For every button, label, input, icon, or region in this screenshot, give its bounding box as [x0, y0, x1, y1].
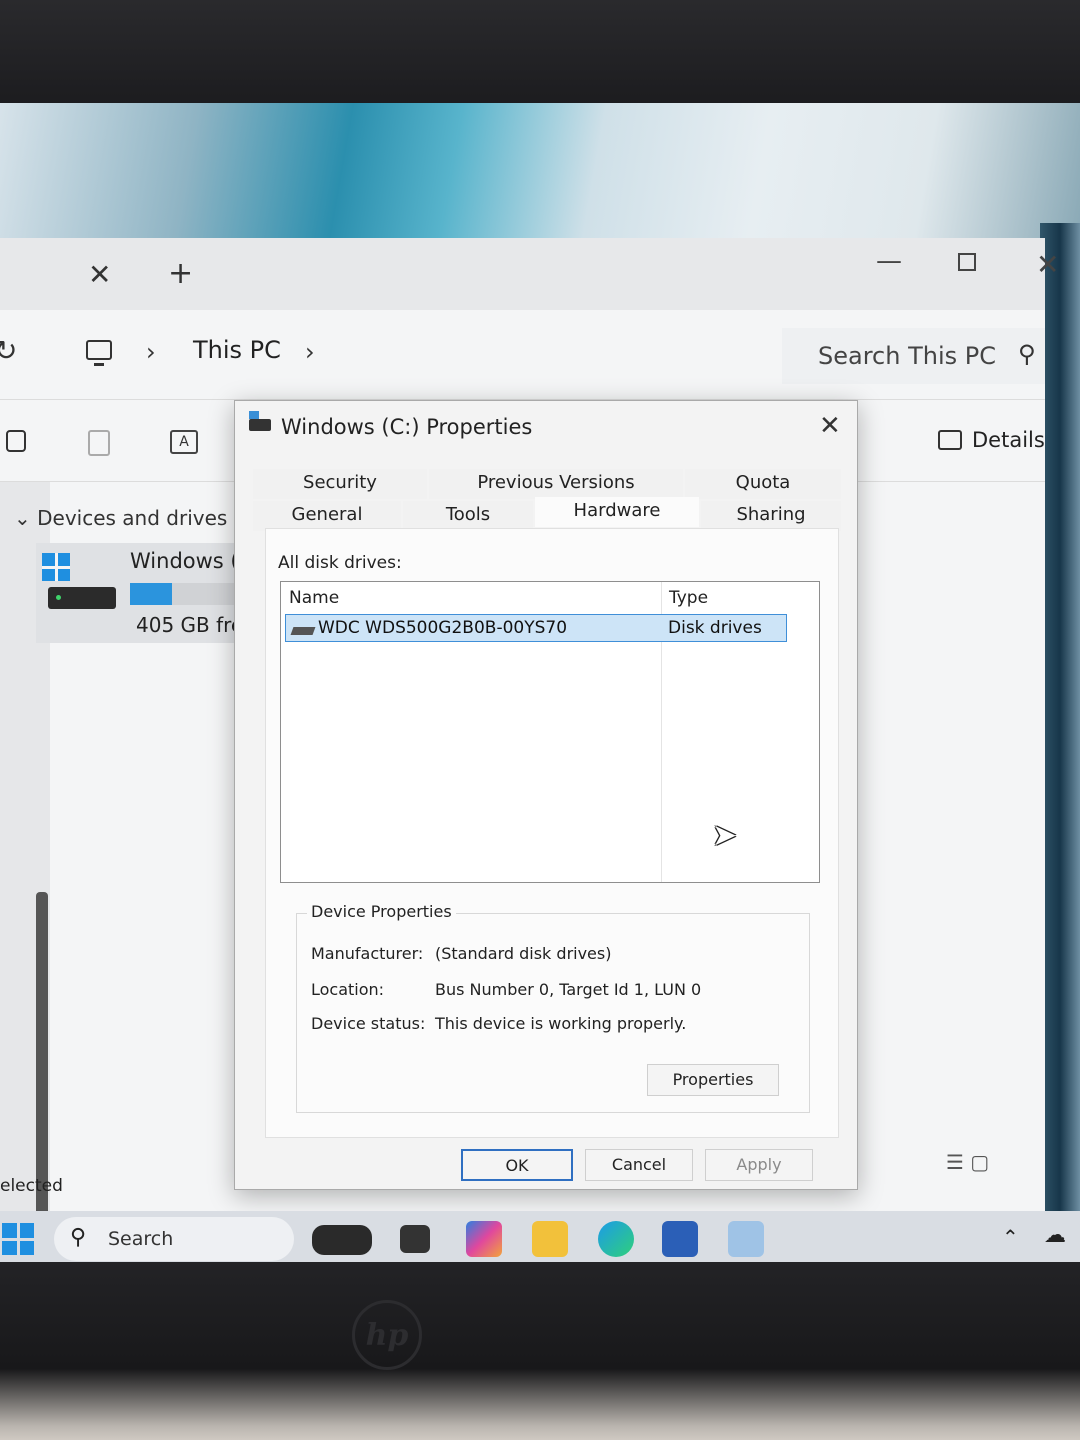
dialog-title: Windows (C:) Properties — [281, 415, 533, 439]
manufacturer-value: (Standard disk drives) — [435, 944, 612, 963]
screen: ✕ + — ✕ ↻ › This PC › Search This PC ⚲ A… — [0, 103, 1080, 1265]
devices-group-header[interactable]: ⌄ Devices and drives — [14, 506, 227, 530]
tab-close-icon[interactable]: ✕ — [88, 258, 111, 291]
apply-button[interactable]: Apply — [705, 1149, 813, 1181]
store-icon[interactable] — [662, 1221, 698, 1257]
minimize-icon[interactable]: — — [876, 246, 902, 276]
desktop-wallpaper-edge — [1040, 223, 1080, 1223]
properties-dialog: Windows (C:) Properties ✕ Security Previ… — [234, 400, 858, 1190]
device-properties-legend: Device Properties — [307, 902, 456, 921]
tab-general[interactable]: General — [253, 501, 401, 531]
details-button[interactable]: Details — [938, 428, 1045, 452]
disk-drive-icon — [290, 627, 316, 635]
view-toggle-icon[interactable]: ☰ ▢ — [946, 1150, 989, 1174]
device-status-value: This device is working properly. — [435, 1014, 687, 1033]
laptop-bezel-top — [0, 0, 1080, 105]
start-icon[interactable] — [2, 1223, 34, 1255]
task-view-icon[interactable] — [400, 1225, 430, 1253]
search-icon: ⚲ — [70, 1225, 87, 1250]
disk-drives-list[interactable]: Name Type WDC WDS500G2B0B-00YS70 Disk dr… — [280, 581, 820, 883]
drive-row-type: Disk drives — [668, 618, 762, 638]
drive-icon — [249, 411, 271, 431]
drive-usage-bar — [130, 583, 250, 605]
tab-bar: ✕ + — ✕ — [0, 238, 1059, 310]
taskbar-search[interactable]: ⚲ Search — [54, 1217, 294, 1261]
hp-logo: hp — [352, 1300, 422, 1370]
drive-usage-fill — [130, 583, 172, 605]
taskbar-search-label: Search — [108, 1228, 174, 1250]
column-header-type[interactable]: Type — [669, 588, 708, 608]
drive-row-name: WDC WDS500G2B0B-00YS70 — [318, 618, 568, 638]
device-status-label: Device status: — [311, 1014, 426, 1033]
copy-icon[interactable] — [6, 430, 26, 452]
rename-icon[interactable]: A — [170, 430, 198, 454]
manufacturer-label: Manufacturer: — [311, 944, 424, 963]
table-row[interactable]: WDC WDS500G2B0B-00YS70 Disk drives — [285, 614, 787, 642]
dialog-close-icon[interactable]: ✕ — [819, 411, 841, 441]
tab-sharing[interactable]: Sharing — [701, 501, 841, 531]
app-icon[interactable] — [728, 1221, 764, 1257]
edge-icon[interactable] — [598, 1221, 634, 1257]
search-input[interactable]: Search This PC ⚲ — [782, 328, 1045, 384]
file-explorer-icon[interactable] — [532, 1221, 568, 1257]
tab-security[interactable]: Security — [253, 469, 427, 499]
breadcrumb-this-pc[interactable]: This PC — [193, 336, 281, 364]
window-close-icon[interactable]: ✕ — [1036, 248, 1059, 281]
hard-drive-icon — [48, 587, 116, 609]
tab-tools[interactable]: Tools — [403, 501, 533, 531]
refresh-icon[interactable]: ↻ — [0, 334, 17, 367]
details-label: Details — [972, 428, 1045, 452]
location-value: Bus Number 0, Target Id 1, LUN 0 — [435, 980, 702, 999]
this-pc-icon[interactable] — [86, 340, 112, 366]
cancel-button[interactable]: Cancel — [585, 1149, 693, 1181]
tab-hardware[interactable]: Hardware — [535, 497, 699, 527]
column-header-name[interactable]: Name — [289, 588, 339, 608]
tab-quota[interactable]: Quota — [685, 469, 841, 499]
mouse-pointer-icon: ➤ — [712, 818, 738, 853]
status-bar-selection: elected — [0, 1176, 63, 1196]
windows-logo-icon — [42, 553, 70, 581]
breadcrumb-chevron-icon[interactable]: › — [305, 338, 315, 366]
drive-tile-c[interactable]: Windows (C 405 GB free — [36, 543, 256, 643]
address-bar: ↻ › This PC › Search This PC ⚲ — [0, 310, 1045, 400]
breadcrumb-chevron-icon[interactable]: › — [146, 338, 156, 366]
show-hidden-icons-icon[interactable]: ⌃ — [1002, 1225, 1019, 1249]
widgets-icon[interactable] — [312, 1225, 372, 1255]
location-label: Location: — [311, 980, 385, 999]
copilot-icon[interactable] — [466, 1221, 502, 1257]
paste-icon[interactable] — [88, 430, 110, 456]
group-header-label: Devices and drives — [37, 506, 228, 530]
device-properties-group: Device Properties Manufacturer: (Standar… — [296, 902, 810, 1113]
details-pane-icon — [938, 430, 962, 450]
onedrive-icon[interactable]: ☁ — [1044, 1223, 1066, 1248]
taskbar: ⚲ Search ⌃ ☁ — [0, 1211, 1080, 1265]
desktop-wallpaper — [0, 103, 1080, 238]
maximize-icon[interactable] — [958, 253, 976, 271]
tab-previous-versions[interactable]: Previous Versions — [429, 469, 683, 499]
ok-button[interactable]: OK — [461, 1149, 573, 1181]
search-icon[interactable]: ⚲ — [1018, 340, 1036, 368]
properties-button[interactable]: Properties — [647, 1064, 779, 1096]
hardware-tab-panel: All disk drives: Name Type WDC WDS500G2B… — [265, 528, 839, 1138]
laptop-bezel-bottom — [0, 1262, 1080, 1440]
all-drives-label: All disk drives: — [278, 553, 402, 573]
search-placeholder: Search This PC — [818, 342, 996, 370]
new-tab-icon[interactable]: + — [168, 256, 193, 291]
navigation-scrollbar[interactable] — [36, 892, 48, 1265]
dialog-titlebar[interactable]: Windows (C:) Properties ✕ — [235, 401, 857, 455]
